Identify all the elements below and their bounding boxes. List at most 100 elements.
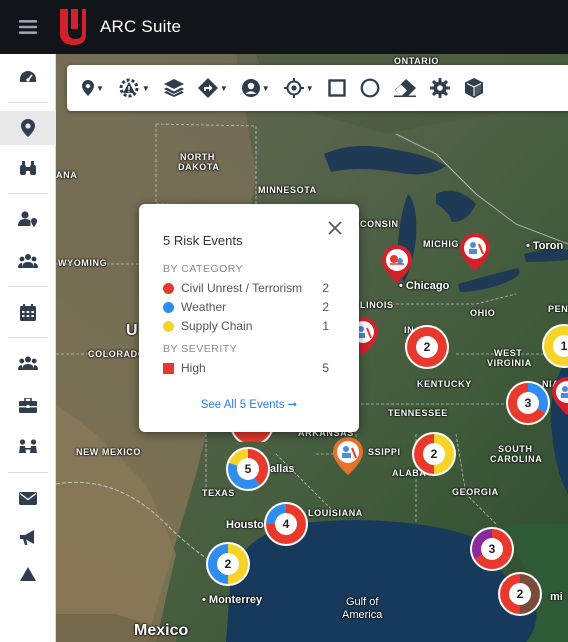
map-label-miami: mi (550, 591, 563, 603)
tool-3d-button[interactable] (457, 65, 491, 111)
map-label-gulf: Gulf of (346, 596, 379, 608)
triangle-icon (20, 567, 36, 581)
sidebar-item-meeting[interactable] (0, 430, 56, 464)
cluster-marker-carolina[interactable]: 3 (504, 379, 552, 427)
map-label-kentucky: KENTUCKY (417, 379, 472, 389)
category-count: 2 (322, 281, 329, 295)
map-label-mexico: Mexico (134, 622, 189, 639)
eraser-icon (393, 79, 416, 97)
risk-pin-weather-icon[interactable] (331, 436, 365, 476)
map-label-west-virginia: VIRGINIA (487, 358, 532, 368)
brand-logo-icon (60, 9, 86, 45)
map-label-minnesota: MINNESOTA (258, 185, 317, 195)
binoculars-icon (20, 160, 36, 175)
tool-crosshair-button[interactable]: ▼ (277, 65, 321, 111)
map-label-u: U (126, 322, 138, 339)
map-label-gulf: America (342, 609, 383, 621)
sidebar-item-alerts[interactable] (0, 521, 56, 555)
close-icon[interactable] (327, 220, 343, 236)
severity-color-square (163, 362, 174, 374)
sidebar-divider (7, 102, 48, 103)
tool-directions-button[interactable]: ▼ (191, 65, 235, 111)
map-label-monterrey: • Monterrey (202, 594, 263, 606)
sidebar-item-more[interactable] (0, 557, 56, 591)
risk-pin-unrest-icon[interactable] (380, 244, 414, 284)
tool-person-button[interactable]: ▼ (235, 65, 277, 111)
map-label-colorado: COLORADO (88, 349, 146, 359)
cluster-count: 3 (488, 542, 496, 556)
cluster-marker-houston[interactable]: 4 (262, 500, 310, 548)
crosshair-icon (283, 78, 304, 98)
sidebar-divider (7, 472, 48, 473)
tool-eraser-button[interactable] (387, 65, 423, 111)
popup-title: 5 Risk Events (163, 233, 243, 248)
sidebar-item-map[interactable] (0, 111, 56, 145)
sidebar-item-calendar[interactable] (0, 295, 56, 329)
brand-name: ARC Suite (100, 17, 182, 36)
map-label-michigan: MICHIG (423, 239, 460, 249)
cluster-marker-miami[interactable]: 2 (496, 570, 544, 618)
sidebar-item-briefcase[interactable] (0, 388, 56, 422)
tool-layers-button[interactable] (157, 65, 191, 111)
cluster-marker-indiana[interactable]: 2 (403, 323, 451, 371)
risk-alert-icon (119, 78, 139, 98)
tool-location-button[interactable]: ▼ (75, 65, 111, 111)
cluster-count: 2 (224, 557, 232, 571)
risk-pin-unrest-icon[interactable] (550, 376, 568, 416)
sidebar-item-user-assign[interactable] (0, 202, 56, 236)
tool-risk-button[interactable]: ▼ (111, 65, 157, 111)
map-label-west-virginia: WEST (494, 348, 523, 358)
sidebar-item-monitor[interactable] (0, 151, 56, 185)
cluster-marker-mexico-border[interactable]: 2 (204, 540, 252, 588)
map-toolbar: ▼ ▼ ▼ ▼ ▼ (67, 65, 568, 111)
map-label-new-mexico: NEW MEXICO (76, 447, 142, 457)
settings-icon (429, 78, 450, 98)
map-label-tennessee: TENNESSEE (388, 408, 448, 418)
sidebar-divider (7, 337, 48, 338)
severity-row-high: High 5 (163, 359, 329, 377)
sidebar-item-people[interactable] (0, 346, 56, 380)
users-gear-icon (18, 254, 38, 268)
category-row-weather: Weather 2 (163, 298, 329, 316)
tool-circle-button[interactable] (353, 65, 387, 111)
category-label: Supply Chain (181, 319, 253, 333)
map-label-north-dakota: NORTH (180, 152, 215, 162)
cluster-count: 2 (430, 447, 438, 461)
menu-button[interactable] (0, 0, 56, 54)
user-pin-icon (18, 211, 37, 227)
map-label-penn: PENI (548, 304, 568, 314)
see-all-events-link[interactable]: See All 5 Events ➞ (139, 397, 359, 411)
cluster-count: 5 (244, 462, 252, 476)
category-count: 2 (322, 300, 329, 314)
sidebar-item-dashboard[interactable] (0, 60, 56, 94)
category-label: Weather (181, 300, 227, 314)
top-bar: ARC Suite (0, 0, 568, 54)
cluster-marker-georgia[interactable]: 2 (410, 430, 458, 478)
cluster-marker-east[interactable]: 1 (540, 322, 568, 370)
map-label-wyoming: WYOMING (58, 258, 108, 268)
category-color-dot (163, 301, 174, 313)
dashboard-icon (20, 71, 36, 82)
people-icon (18, 356, 38, 370)
cluster-count: 2 (516, 587, 524, 601)
sidebar-item-groups[interactable] (0, 244, 56, 278)
risk-events-popup: 5 Risk Events BY CATEGORY Civil Unrest /… (139, 204, 359, 432)
tool-settings-button[interactable] (423, 65, 457, 111)
risk-pin-unrest-icon[interactable] (458, 232, 492, 272)
map-label-louisiana: LOUISIANA (308, 508, 363, 518)
megaphone-icon (20, 530, 34, 545)
cluster-count: 3 (524, 396, 532, 410)
severity-label: High (181, 361, 206, 375)
map-label-ohio: OHIO (470, 308, 496, 318)
directions-icon (197, 78, 218, 98)
cluster-marker-dallas[interactable]: 5 (224, 445, 272, 493)
location-pin-icon (82, 80, 94, 96)
category-label: Civil Unrest / Terrorism (181, 281, 303, 295)
sidebar-item-messages[interactable] (0, 481, 56, 515)
map-label-illinois: LINOIS (360, 300, 394, 310)
map-label-georgia: GEORGIA (452, 487, 499, 497)
cluster-marker-florida[interactable]: 3 (468, 525, 516, 573)
tool-square-button[interactable] (321, 65, 353, 111)
map-pin-icon (21, 119, 35, 137)
map-label-ana: ANA (56, 170, 78, 180)
